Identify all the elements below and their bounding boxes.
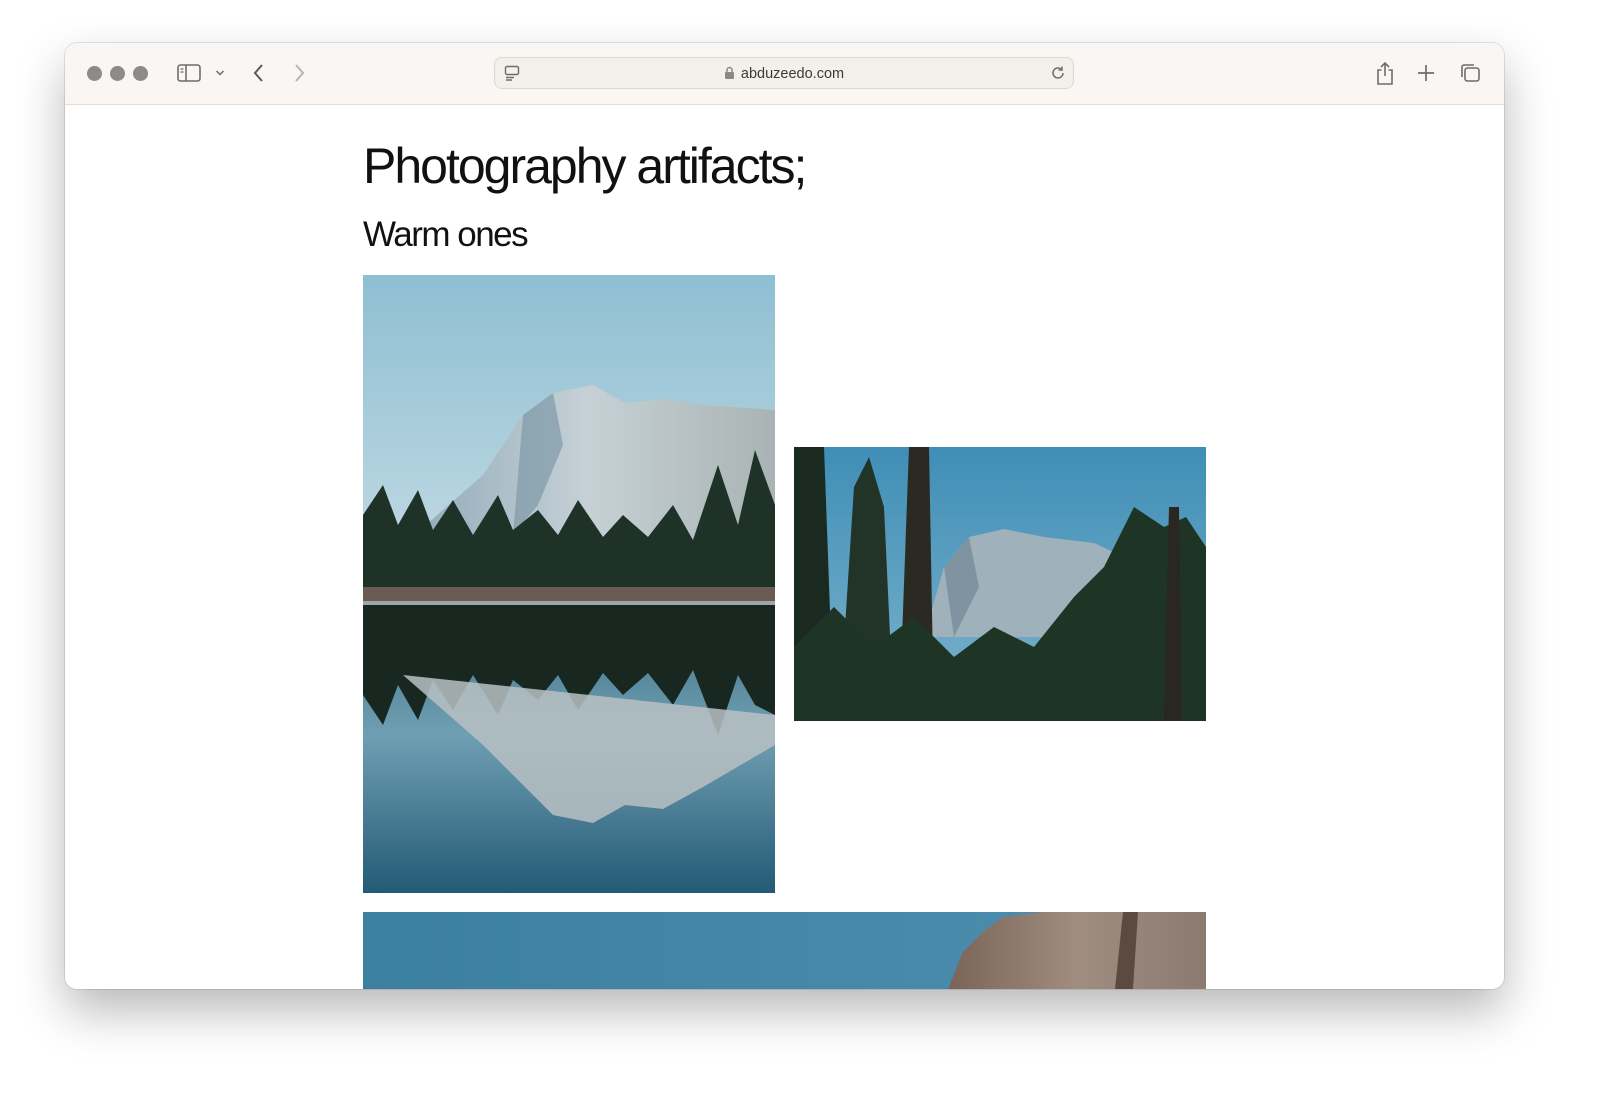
reload-icon[interactable] (1050, 65, 1066, 81)
zoom-window-button[interactable] (133, 66, 148, 81)
section-heading: Warm ones (363, 215, 529, 254)
lock-icon (724, 66, 735, 84)
sidebar-icon[interactable] (177, 64, 201, 82)
url-display[interactable]: abduzeedo.com (495, 66, 1073, 84)
photo-granite-cliff[interactable] (363, 912, 1206, 989)
close-window-button[interactable] (87, 66, 102, 81)
photo-mountain-reflection[interactable] (363, 275, 775, 893)
chevron-down-icon[interactable] (215, 69, 225, 77)
browser-window: abduzeedo.com Photography artifacts; War… (65, 43, 1504, 989)
browser-toolbar: abduzeedo.com (65, 43, 1504, 105)
back-icon[interactable] (252, 63, 266, 83)
tab-overview-icon[interactable] (1459, 63, 1481, 83)
new-tab-icon[interactable] (1417, 64, 1435, 82)
url-text: abduzeedo.com (740, 66, 845, 82)
address-bar[interactable]: abduzeedo.com (494, 57, 1074, 89)
web-page-content: Photography artifacts; Warm ones (65, 105, 1504, 989)
forward-icon[interactable] (292, 63, 306, 83)
share-icon[interactable] (1375, 60, 1395, 86)
photo-mountain-pines[interactable] (794, 447, 1206, 721)
minimize-window-button[interactable] (110, 66, 125, 81)
page-title: Photography artifacts; (363, 138, 807, 194)
